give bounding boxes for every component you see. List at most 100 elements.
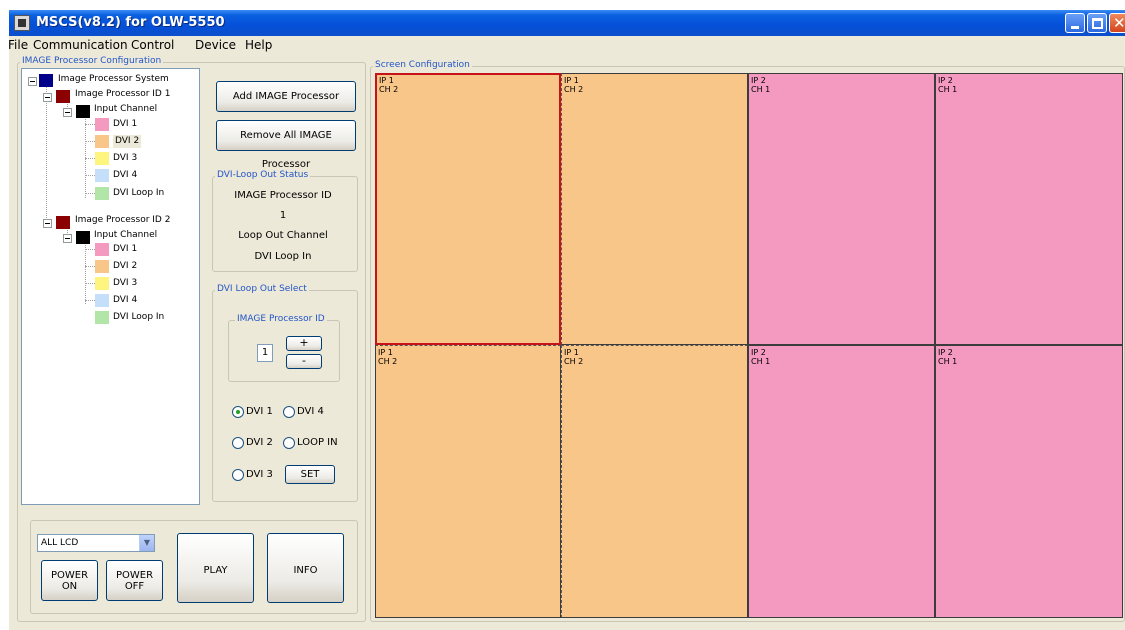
menu-device[interactable]: Device: [195, 38, 236, 52]
status-channel-value: DVI Loop In: [254, 251, 312, 262]
cell-ch-label: CH 2: [564, 357, 584, 366]
collapse-icon[interactable]: [43, 93, 52, 102]
collapse-icon[interactable]: [63, 234, 72, 243]
cell-ch-label: CH 1: [938, 85, 958, 94]
loop-swatch: [95, 187, 109, 200]
screen-cell[interactable]: IP 2 CH 1: [935, 345, 1123, 618]
tree-item-dvi4[interactable]: DVI 4: [113, 169, 137, 182]
window-title: MSCS(v8.2) for OLW-5550: [36, 15, 225, 30]
group-title: DVI-Loop Out Status: [215, 170, 311, 180]
screen-cell[interactable]: IP 1 CH 2: [375, 345, 561, 618]
power-on-button[interactable]: POWER ON: [41, 560, 98, 601]
tree-item-loop-in[interactable]: DVI Loop In: [113, 187, 164, 200]
tree-item-dvi2[interactable]: DVI 2: [113, 260, 137, 273]
collapse-icon[interactable]: [28, 77, 37, 86]
power-off-button[interactable]: POWER OFF: [106, 560, 163, 601]
close-button[interactable]: ✕: [1109, 13, 1125, 33]
tree-root-label[interactable]: Image Processor System: [58, 73, 169, 86]
tree-processor-1[interactable]: Image Processor ID 1: [75, 88, 170, 101]
info-button[interactable]: INFO: [267, 533, 344, 603]
channel-swatch: [76, 105, 90, 118]
dvi1-swatch: [95, 243, 109, 256]
radio-dvi1[interactable]: [232, 406, 244, 418]
radio-dvi3[interactable]: [232, 469, 244, 481]
group-title: IMAGE Processor ID: [235, 314, 327, 324]
close-icon: ✕: [1113, 14, 1125, 32]
power-on-label-2: ON: [61, 581, 78, 592]
screen-cell[interactable]: IP 1 CH 2: [375, 73, 561, 345]
screen-cell[interactable]: IP 2 CH 1: [748, 73, 935, 345]
set-button[interactable]: SET: [285, 465, 335, 484]
status-id-value: 1: [279, 210, 287, 221]
screen-cell[interactable]: IP 2 CH 1: [748, 345, 935, 618]
add-image-processor-button[interactable]: Add IMAGE Processor: [216, 81, 356, 112]
radio-selected-dot: [236, 410, 240, 414]
increment-button[interactable]: +: [286, 336, 322, 351]
radio-label-loop-in: LOOP IN: [297, 437, 338, 448]
menu-communication[interactable]: Communication: [33, 38, 128, 52]
radio-dvi4[interactable]: [283, 406, 295, 418]
radio-label-dvi1: DVI 1: [246, 406, 273, 417]
dvi4-swatch: [95, 294, 109, 307]
tree-input-channel-2[interactable]: Input Channel: [94, 229, 157, 242]
tree-item-dvi1[interactable]: DVI 1: [113, 118, 137, 131]
cell-ip-label: IP 2: [938, 76, 953, 85]
tree-item-dvi1[interactable]: DVI 1: [113, 243, 137, 256]
remove-all-image-processor-button[interactable]: Remove All IMAGE Processor: [216, 120, 356, 170]
cell-ch-label: CH 2: [564, 85, 584, 94]
group-title: Screen Configuration: [373, 60, 472, 70]
power-off-label-1: POWER: [115, 570, 154, 581]
title-bar[interactable]: MSCS(v8.2) for OLW-5550 ✕: [9, 10, 1125, 36]
app-icon: [14, 15, 30, 31]
processor-swatch: [56, 90, 70, 103]
channel-swatch: [76, 231, 90, 244]
menu-file[interactable]: File: [9, 38, 28, 52]
tree-input-channel-1[interactable]: Input Channel: [94, 103, 157, 116]
power-on-label-1: POWER: [50, 570, 89, 581]
group-title: IMAGE Processor Configuration: [20, 56, 164, 66]
radio-label-dvi3: DVI 3: [246, 469, 273, 480]
radio-label-dvi4: DVI 4: [297, 406, 324, 417]
menu-help[interactable]: Help: [245, 38, 272, 52]
group-title: DVI Loop Out Select: [215, 284, 309, 294]
cell-ch-label: CH 1: [938, 357, 958, 366]
cell-ip-label: IP 1: [564, 76, 579, 85]
collapse-icon[interactable]: [43, 219, 52, 228]
tree-item-dvi3[interactable]: DVI 3: [113, 277, 137, 290]
radio-dvi2[interactable]: [232, 437, 244, 449]
lcd-select-value: ALL LCD: [41, 538, 79, 548]
collapse-icon[interactable]: [63, 108, 72, 117]
processor-id-field[interactable]: 1: [257, 344, 273, 362]
dvi2-swatch: [95, 260, 109, 273]
root-swatch: [39, 74, 53, 87]
tree-processor-2[interactable]: Image Processor ID 2: [75, 214, 170, 227]
tree-item-dvi4[interactable]: DVI 4: [113, 294, 137, 307]
cell-ch-label: CH 1: [751, 357, 771, 366]
cell-ip-label: IP 1: [379, 76, 394, 85]
play-button[interactable]: PLAY: [177, 533, 254, 603]
menu-control[interactable]: Control: [131, 38, 174, 52]
minimize-button[interactable]: [1065, 13, 1085, 33]
screen-cell[interactable]: IP 2 CH 1: [935, 73, 1123, 345]
chevron-down-icon[interactable]: ▼: [139, 535, 154, 551]
cell-ip-label: IP 1: [378, 348, 393, 357]
processor-tree[interactable]: Image Processor System Image Processor I…: [21, 68, 200, 505]
dvi4-swatch: [95, 169, 109, 182]
maximize-button[interactable]: [1087, 13, 1107, 33]
cell-ch-label: CH 2: [379, 85, 399, 94]
processor-swatch: [56, 216, 70, 229]
cell-ch-label: CH 1: [751, 85, 771, 94]
screen-cell[interactable]: IP 1 CH 2: [561, 345, 748, 618]
minimize-icon: [1071, 26, 1079, 29]
lcd-select[interactable]: ALL LCD ▼: [37, 534, 155, 552]
decrement-button[interactable]: -: [286, 354, 322, 369]
radio-loop-in[interactable]: [283, 437, 295, 449]
dvi3-swatch: [95, 152, 109, 165]
screen-grid: IP 1 CH 2 IP 1 CH 2 IP 2 CH 1 IP 2 CH 1 …: [375, 73, 1123, 618]
tree-item-dvi3[interactable]: DVI 3: [113, 152, 137, 165]
cell-ip-label: IP 2: [751, 348, 766, 357]
dvi2-swatch: [95, 135, 109, 148]
tree-item-loop-in[interactable]: DVI Loop In: [113, 311, 164, 324]
tree-item-dvi2-selected[interactable]: DVI 2: [113, 135, 142, 148]
screen-cell[interactable]: IP 1 CH 2: [561, 73, 748, 345]
